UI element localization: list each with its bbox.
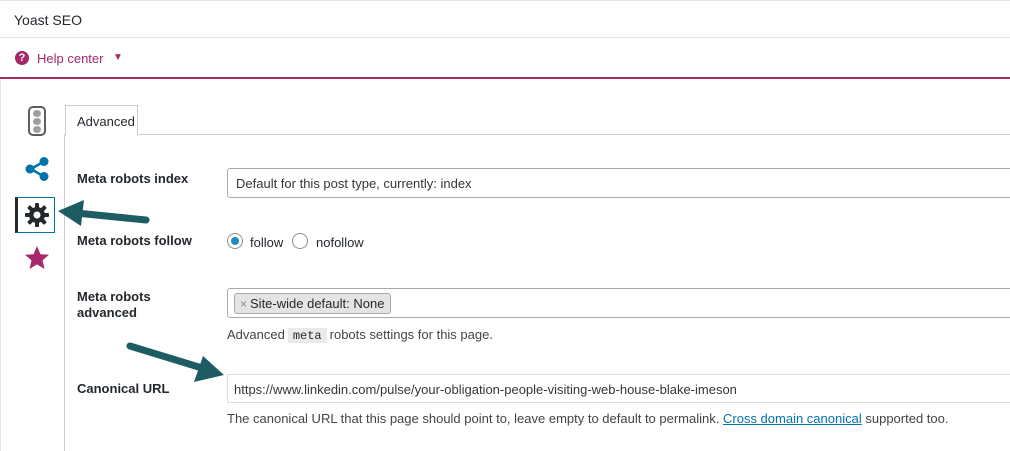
help-text-after: robots settings for this page. — [329, 327, 493, 342]
canonical-url-input[interactable]: https://www.linkedin.com/pulse/your-obli… — [227, 374, 1010, 403]
advanced-settings-tab-button[interactable] — [15, 197, 55, 233]
tab-content-border — [64, 135, 65, 451]
chip-remove-icon[interactable]: × — [240, 297, 247, 311]
follow-radio-label[interactable]: follow — [250, 235, 283, 250]
star-icon[interactable] — [24, 245, 50, 271]
canonical-url-help: The canonical URL that this page should … — [227, 411, 948, 426]
follow-radio[interactable] — [227, 233, 243, 249]
meta-robots-advanced-help: Advanced meta robots settings for this pag… — [227, 327, 493, 343]
cross-domain-canonical-link[interactable]: Cross domain canonical — [723, 411, 862, 426]
canonical-help-before: The canonical URL that this page should … — [227, 411, 720, 426]
annotation-arrow-canonical — [126, 342, 224, 382]
nofollow-radio-label[interactable]: nofollow — [316, 235, 364, 250]
annotation-arrow-gear — [58, 200, 150, 226]
traffic-light-icon[interactable] — [28, 106, 46, 136]
panel-title: Yoast SEO — [14, 12, 82, 28]
tab-advanced[interactable]: Advanced — [65, 105, 138, 136]
meta-robots-index-label: Meta robots index — [77, 171, 189, 186]
share-icon[interactable] — [24, 156, 50, 182]
meta-robots-advanced-label-line1: Meta robots — [77, 289, 151, 304]
help-center-button[interactable]: Help center — [37, 51, 103, 66]
question-circle-icon[interactable]: ? — [15, 51, 29, 65]
meta-robots-follow-label: Meta robots follow — [77, 233, 192, 248]
help-center-bar: ? Help center ▼ — [0, 38, 1010, 79]
meta-robots-advanced-label: Meta robots advanced — [77, 289, 151, 321]
canonical-help-after: supported too. — [865, 411, 949, 426]
site-wide-default-chip[interactable]: × Site-wide default: None — [234, 293, 392, 314]
meta-robots-advanced-multiselect[interactable]: × Site-wide default: None — [227, 288, 1010, 318]
tab-divider — [64, 134, 1010, 135]
chip-label: Site-wide default: None — [250, 296, 385, 311]
help-text-before: Advanced — [227, 327, 285, 342]
metabox-sidebar — [0, 80, 62, 451]
yoast-seo-panel: Yoast SEO ? Help center ▼ Advanced Meta … — [0, 0, 1010, 451]
meta-robots-advanced-label-line2: advanced — [77, 305, 137, 320]
meta-robots-index-select[interactable]: Default for this post type, currently: i… — [227, 168, 1010, 198]
meta-code: meta — [287, 328, 327, 343]
panel-header[interactable]: Yoast SEO — [0, 0, 1010, 38]
nofollow-radio[interactable] — [292, 233, 308, 249]
gear-icon — [25, 203, 49, 227]
caret-down-icon[interactable]: ▼ — [113, 52, 123, 63]
